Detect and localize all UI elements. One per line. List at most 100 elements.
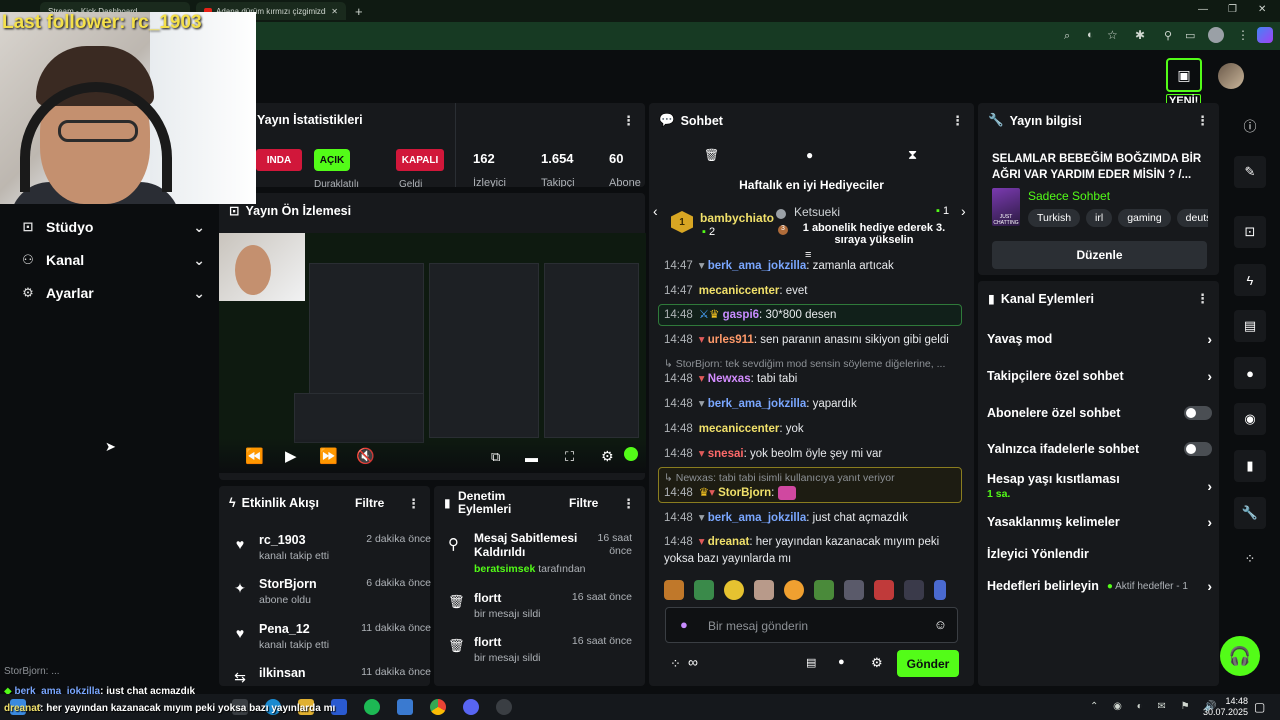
studio-rail-button[interactable]: ⊡ <box>1234 216 1266 248</box>
edit-rail-button[interactable]: ✎ <box>1234 156 1266 188</box>
info-button[interactable]: ⓘ <box>1234 109 1266 141</box>
broadcast-rail-button[interactable]: ◉ <box>1234 403 1266 435</box>
emote-icon[interactable] <box>754 580 774 600</box>
emote-icon[interactable] <box>784 580 804 600</box>
new-tab-button[interactable]: + <box>355 4 363 19</box>
subscribers-only-toggle[interactable] <box>1184 406 1212 420</box>
hourglass-icon[interactable]: ⧗ <box>908 147 917 163</box>
list-item[interactable]: ♥ rc_1903 kanalı takip etti 2 dakika önc… <box>231 531 431 571</box>
pin-icon[interactable]: ⚲ <box>1164 29 1172 42</box>
chat-input-box[interactable]: ● Bir mesaj gönderin ☺ <box>665 607 958 643</box>
action-account-age[interactable]: Hesap yaşı kısıtlaması 1 sa. › <box>987 472 1212 504</box>
star-icon[interactable]: ☆ <box>1107 28 1118 42</box>
msg-user[interactable]: berk_ama_jokzilla <box>708 512 806 524</box>
obs-icon[interactable] <box>496 699 512 715</box>
more-options-icon[interactable]: ⋮ <box>1196 113 1209 129</box>
reply-context[interactable]: ↳ Newxas: tabi tabi isimli kullanıcıya y… <box>664 471 962 485</box>
more-options-icon[interactable]: ⋮ <box>407 496 420 512</box>
stream-preview-video[interactable]: ⏪ ▶ ⏩ 🔇 ⧉ ▬ ⛶ ⚙ <box>219 233 646 473</box>
clock[interactable]: 14:48 30.07.2025 <box>1198 696 1248 718</box>
msg-user[interactable]: StorBjorn <box>718 487 771 499</box>
extensions-icon[interactable]: ✱ <box>1135 28 1145 42</box>
emote-icon[interactable] <box>904 580 924 600</box>
category-thumbnail[interactable]: JUST CHATTING <box>992 188 1020 226</box>
chat-bubble-icon[interactable]: ● <box>838 656 845 668</box>
msg-user[interactable]: snesai <box>708 448 744 460</box>
mute-icon[interactable]: 🔇 <box>356 447 375 465</box>
wrench-rail-button[interactable]: 🔧 <box>1234 497 1266 529</box>
emoji-icon[interactable]: ☺ <box>934 617 947 632</box>
more-options-icon[interactable]: ⋮ <box>1196 291 1209 307</box>
chevron-right-icon[interactable]: › <box>961 203 966 219</box>
gifter-name[interactable]: Ketsueki <box>794 205 840 219</box>
tag[interactable]: Turkish <box>1028 209 1081 227</box>
more-options-icon[interactable]: ⋮ <box>622 496 635 512</box>
emote-icon[interactable] <box>874 580 894 600</box>
filter-button[interactable]: Filtre <box>355 496 384 510</box>
fullscreen-icon[interactable]: ⛶ <box>565 449 574 465</box>
action-set-goals[interactable]: Hedefleri belirleyin ● Aktif hedefler - … <box>987 576 1212 596</box>
emote-icon[interactable] <box>814 580 834 600</box>
profile-avatar-icon[interactable] <box>1208 27 1224 43</box>
tag[interactable]: irl <box>1086 209 1113 227</box>
list-item[interactable]: 🗑 flortt bir mesajı sildi 16 saat önce <box>448 634 634 670</box>
more-options-icon[interactable]: ⋮ <box>951 113 964 129</box>
translate-icon[interactable]: ◐ <box>1087 29 1094 41</box>
points-icon[interactable]: ⁘ <box>670 656 681 672</box>
action-banned-words[interactable]: Yasaklanmış kelimeler › <box>987 512 1212 532</box>
maximize-button[interactable]: ❐ <box>1228 4 1237 15</box>
studio-button[interactable]: ▣ <box>1166 58 1202 92</box>
lightning-rail-button[interactable]: ϟ <box>1234 264 1266 296</box>
category-name[interactable]: Sadece Sohbet <box>1028 189 1110 203</box>
theater-icon[interactable]: ▬ <box>525 450 538 465</box>
trash-icon[interactable]: 🗑 <box>704 148 719 162</box>
chat-bubble-icon[interactable]: ● <box>806 148 813 162</box>
list-item[interactable]: ⚲ Mesaj Sabitlemesi Kaldırıldı beratsims… <box>448 531 634 581</box>
minimize-button[interactable]: — <box>1198 4 1208 15</box>
emotes-only-toggle[interactable] <box>1184 442 1212 456</box>
gemini-icon[interactable] <box>1257 27 1273 43</box>
action-redirect-viewers[interactable]: İzleyici Yönlendir <box>987 544 1212 564</box>
notification-icon[interactable]: ▢ <box>1254 700 1265 714</box>
microphone-icon[interactable]: ● <box>680 617 688 632</box>
sidebar-item-settings[interactable]: ⚙ Ayarlar ⌄ <box>20 280 205 306</box>
pip-icon[interactable]: ⧉ <box>491 449 500 465</box>
msg-user[interactable]: Newxas <box>708 373 751 385</box>
closed-toggle-button[interactable]: KAPALI <box>396 149 444 171</box>
chevron-left-icon[interactable]: ‹ <box>653 203 658 219</box>
sidebar-item-channel[interactable]: ⚇ Kanal ⌄ <box>20 247 205 273</box>
emote-icon[interactable] <box>664 580 684 600</box>
action-followers-only[interactable]: Takipçilere özel sohbet › <box>987 366 1212 386</box>
close-window-button[interactable]: ✕ <box>1258 4 1266 15</box>
msg-user[interactable]: dreanat <box>708 536 750 548</box>
msg-user[interactable]: urles911 <box>708 334 754 346</box>
notes-rail-button[interactable]: ▤ <box>1234 310 1266 342</box>
list-item[interactable]: ⇆ ilkinsan 11 dakika önce <box>231 664 431 685</box>
menu-icon[interactable]: ⋮ <box>1237 28 1249 42</box>
status-badge[interactable]: INDA <box>256 149 302 171</box>
infinity-icon[interactable]: ∞ <box>688 654 698 670</box>
emote-icon[interactable] <box>844 580 864 600</box>
emote-icon[interactable] <box>724 580 744 600</box>
send-button[interactable]: Gönder <box>897 650 959 677</box>
clipboard-icon[interactable]: ▤ <box>806 656 816 669</box>
msg-user[interactable]: mecaniccenter <box>699 285 780 297</box>
chrome-icon[interactable] <box>430 699 446 715</box>
gear-icon[interactable]: ⚙ <box>871 655 883 671</box>
edit-button[interactable]: Düzenle <box>992 241 1207 269</box>
more-options-icon[interactable]: ⋮ <box>622 113 635 129</box>
sidebar-item-studio[interactable]: ⊡ Stüdyo ⌄ <box>20 214 205 240</box>
support-button[interactable]: 🎧 <box>1220 636 1260 676</box>
emote-icon[interactable] <box>694 580 714 600</box>
calculator-icon[interactable] <box>397 699 413 715</box>
more-rail-button[interactable]: ⁘ <box>1234 543 1266 575</box>
list-item[interactable]: ✦ StorBjorn abone oldu 6 dakika önce <box>231 575 431 615</box>
close-tab-icon[interactable]: ✕ <box>331 7 338 16</box>
msg-user[interactable]: gaspi6 <box>723 309 759 321</box>
reply-context[interactable]: ↳ StorBjorn: tek sevdiğim mod sensin söy… <box>664 357 962 371</box>
settings-icon[interactable]: ⚙ <box>601 448 614 465</box>
user-avatar[interactable] <box>1218 63 1244 89</box>
open-toggle-button[interactable]: AÇIK <box>314 149 350 171</box>
tag[interactable]: gaming <box>1118 209 1171 227</box>
list-item[interactable]: ♥ Pena_12 kanalı takip etti 11 dakika ön… <box>231 620 431 660</box>
